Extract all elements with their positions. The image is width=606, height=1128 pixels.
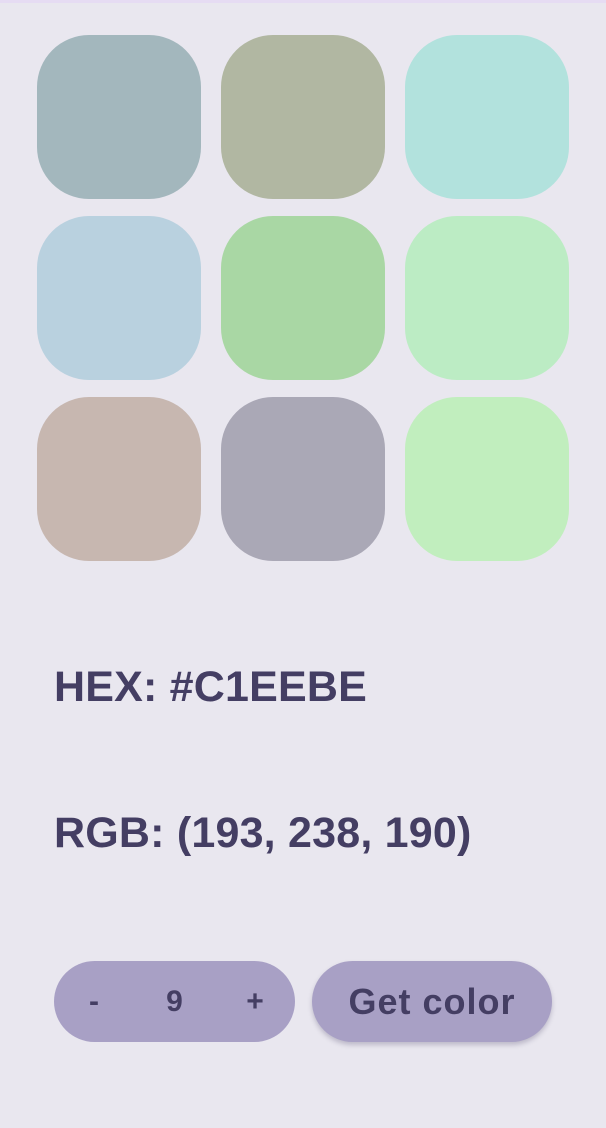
hex-value-text: HEX: #C1EEBE xyxy=(54,663,368,711)
rgb-value-text: RGB: (193, 238, 190) xyxy=(54,809,472,857)
color-swatch[interactable] xyxy=(405,35,569,199)
get-color-button[interactable]: Get color xyxy=(312,961,552,1042)
color-swatch[interactable] xyxy=(37,35,201,199)
color-swatch[interactable] xyxy=(37,397,201,561)
color-swatch[interactable] xyxy=(221,216,385,380)
color-swatch[interactable] xyxy=(221,397,385,561)
color-swatch[interactable] xyxy=(405,216,569,380)
increment-button[interactable]: + xyxy=(215,961,295,1042)
color-swatch[interactable] xyxy=(405,397,569,561)
count-stepper: - 9 + xyxy=(54,961,295,1042)
color-swatch-grid xyxy=(37,35,569,561)
count-value: 9 xyxy=(166,984,183,1018)
status-strip xyxy=(0,0,606,3)
color-swatch[interactable] xyxy=(37,216,201,380)
decrement-button[interactable]: - xyxy=(54,961,134,1042)
color-swatch[interactable] xyxy=(221,35,385,199)
